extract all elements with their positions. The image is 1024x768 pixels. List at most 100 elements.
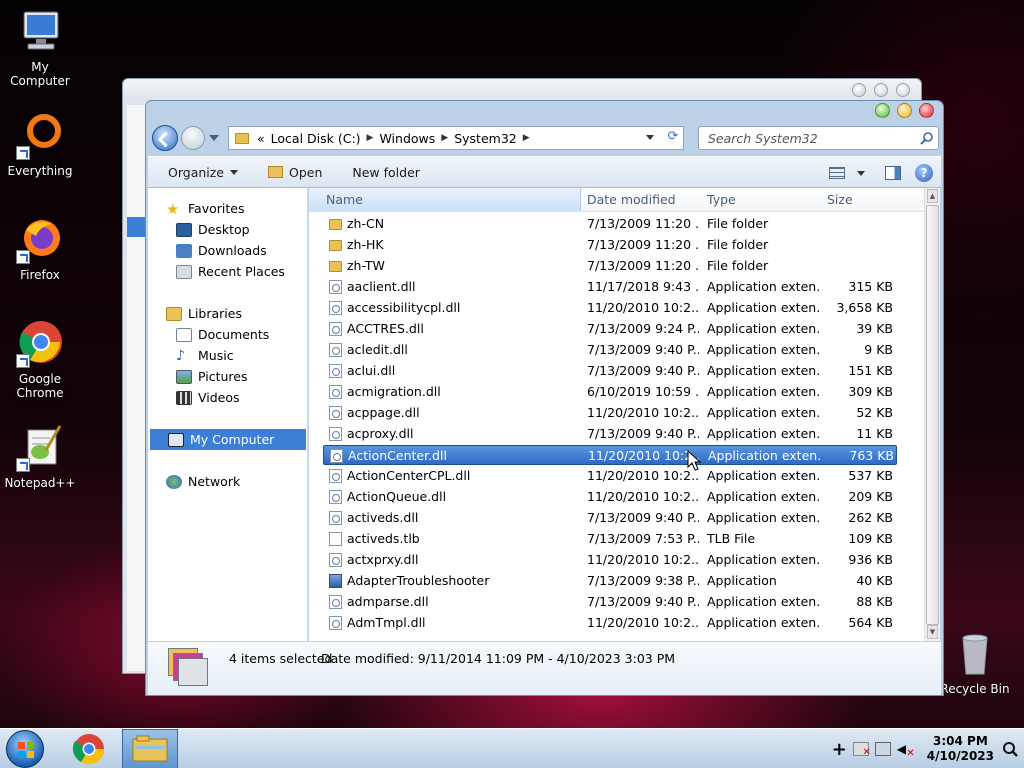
file-date: 7/13/2009 9:40 P... (587, 510, 699, 525)
documents-icon (176, 327, 192, 342)
file-row[interactable]: acledit.dll 7/13/2009 9:40 P... Applicatio… (323, 340, 897, 360)
file-row[interactable]: AdmTmpl.dll 11/20/2010 10:2... Application… (323, 613, 897, 633)
file-date: 7/13/2009 9:40 P... (587, 363, 699, 378)
file-type: File folder (707, 216, 769, 231)
file-row[interactable]: zh-CN 7/13/2009 11:20 ... File folder (323, 214, 897, 234)
maximize-button[interactable] (897, 103, 912, 118)
nav-favorites[interactable]: ★ Favorites (166, 198, 326, 219)
file-row[interactable]: acppage.dll 11/20/2010 10:2... Application… (323, 403, 897, 423)
file-row[interactable]: activeds.dll 7/13/2009 9:40 P... Applicati… (323, 508, 897, 528)
desktop-icon-my-computer[interactable]: My Computer (0, 8, 80, 88)
breadcrumb-system32[interactable]: System32 ▶ (454, 131, 529, 146)
column-header-name[interactable]: Name (309, 188, 581, 211)
scrollbar-thumb[interactable] (926, 205, 939, 625)
dll-file-icon (329, 301, 342, 315)
minimize-button[interactable] (852, 83, 866, 97)
breadcrumb-local-disk[interactable]: Local Disk (C:) ▶ (271, 131, 374, 146)
back-button[interactable] (152, 125, 178, 151)
desktop-icon-google-chrome[interactable]: Google Chrome (0, 320, 80, 400)
scroll-down-arrow-icon[interactable]: ▼ (927, 625, 938, 639)
open-button[interactable]: Open (260, 160, 330, 184)
recent-pages-dropdown[interactable] (209, 135, 219, 141)
preview-pane-icon[interactable] (885, 166, 901, 180)
desktop-icon-firefox[interactable]: Firefox (0, 216, 80, 282)
action-center-flag-icon[interactable]: ✕ (852, 742, 871, 758)
start-button[interactable] (6, 730, 44, 768)
file-row[interactable]: aaclient.dll 11/17/2018 9:43 ... Applicati… (323, 277, 897, 297)
search-icon[interactable] (920, 131, 934, 145)
breadcrumb-arrow-icon[interactable]: ▶ (523, 133, 530, 143)
navigation-pane[interactable]: ★ Favorites Desktop Downloads Recent Plac… (148, 188, 308, 641)
new-folder-button[interactable]: New folder (344, 160, 428, 184)
network-tray-icon[interactable] (874, 742, 891, 756)
column-header-size[interactable]: Size (827, 188, 853, 212)
file-row[interactable]: admparse.dll 7/13/2009 9:40 P... Applicati… (323, 592, 897, 612)
file-row[interactable]: AdapterTroubleshooter 7/13/2009 9:38 P...… (323, 571, 897, 591)
file-date: 11/20/2010 10:2... (587, 552, 699, 567)
file-type: File folder (707, 237, 769, 252)
help-icon[interactable]: ? (915, 164, 933, 182)
breadcrumb-arrow-icon[interactable]: ▶ (367, 133, 374, 143)
desktop-icon-notepad-plus-plus[interactable]: Notepad++ (0, 424, 80, 490)
star-icon: ★ (166, 199, 180, 218)
clock[interactable]: 3:04 PM 4/10/2023 (927, 734, 994, 764)
scroll-up-arrow-icon[interactable]: ▲ (927, 189, 938, 203)
file-row[interactable]: activeds.tlb 7/13/2009 7:53 P... TLB File 1… (323, 529, 897, 549)
file-date: 7/13/2009 7:53 P... (587, 531, 699, 546)
breadcrumb-arrow-icon[interactable]: ▶ (441, 133, 448, 143)
taskbar-explorer[interactable] (122, 729, 178, 768)
libraries-icon (166, 306, 182, 321)
close-button[interactable] (896, 83, 910, 97)
file-row[interactable]: actxprxy.dll 11/20/2010 10:2... Applicatio… (323, 550, 897, 570)
file-row[interactable]: accessibilitycpl.dll 11/20/2010 10:2... Ap… (323, 298, 897, 318)
show-hidden-icons-icon[interactable]: + (832, 739, 847, 760)
address-dropdown-icon[interactable] (646, 135, 654, 140)
file-row[interactable]: acproxy.dll 7/13/2009 9:40 P... Applicatio… (323, 424, 897, 444)
search-icon[interactable] (1002, 741, 1018, 757)
column-header-date-modified[interactable]: Date modified (587, 188, 676, 212)
file-row[interactable]: ActionQueue.dll 11/20/2010 10:2... Applica… (323, 487, 897, 507)
search-input[interactable]: Search System32 (698, 126, 939, 150)
organize-button[interactable]: Organize (160, 160, 246, 184)
open-folder-icon (268, 166, 283, 178)
nav-network[interactable]: Network (166, 471, 326, 492)
nav-libraries[interactable]: Libraries (166, 303, 326, 324)
file-name: aclui.dll (347, 363, 396, 378)
file-row[interactable]: aclui.dll 7/13/2009 9:40 P... Application … (323, 361, 897, 381)
file-date: 11/20/2010 10:2... (588, 448, 700, 463)
nav-my-computer[interactable]: My Computer (150, 429, 306, 450)
file-row[interactable]: acmigration.dll 6/10/2019 10:59 ... Applic… (323, 382, 897, 402)
column-header-type[interactable]: Type (707, 188, 736, 212)
chevron-down-icon[interactable] (857, 170, 865, 176)
file-row[interactable]: zh-TW 7/13/2009 11:20 ... File folder (323, 256, 897, 276)
close-button[interactable] (919, 103, 934, 118)
file-row[interactable]: ActionCenterCPL.dll 11/20/2010 10:2... App… (323, 466, 897, 486)
clock-time: 3:04 PM (933, 734, 988, 748)
breadcrumb-overflow[interactable]: « (257, 131, 265, 146)
refresh-icon[interactable]: ⟳ (665, 129, 681, 145)
address-bar[interactable]: « Local Disk (C:) ▶ Windows ▶ System32 ▶ (228, 126, 684, 150)
view-options-icon[interactable] (829, 167, 845, 179)
forward-button[interactable] (181, 126, 205, 150)
address-row: « Local Disk (C:) ▶ Windows ▶ System32 ▶ ⟳ … (150, 121, 939, 155)
file-row[interactable]: zh-HK 7/13/2009 11:20 ... File folder (323, 235, 897, 255)
file-row[interactable]: ActionCenter.dll 11/20/2010 10:2... Applic… (323, 445, 897, 465)
minimize-button[interactable] (875, 103, 890, 118)
file-date: 11/20/2010 10:2... (587, 300, 699, 315)
file-row[interactable]: ACCTRES.dll 7/13/2009 9:24 P... Applicatio… (323, 319, 897, 339)
volume-muted-icon[interactable]: ◀ ✕ (897, 742, 915, 759)
file-type: Application exten... (707, 279, 819, 294)
folder-file-icon (329, 261, 342, 272)
vertical-scrollbar[interactable]: ▲ ▼ (924, 188, 940, 641)
desktop-icon-recycle-bin[interactable]: Recycle Bin (935, 630, 1015, 696)
date-modified-range: Date modified: 9/11/2014 11:09 PM - 4/10… (321, 651, 676, 666)
file-name: actxprxy.dll (347, 552, 419, 567)
taskbar-chrome[interactable] (61, 729, 117, 768)
file-size: 763 KB (849, 448, 894, 463)
explorer-window[interactable]: « Local Disk (C:) ▶ Windows ▶ System32 ▶ ⟳ … (145, 100, 944, 696)
file-list[interactable]: Name Date modified Type Size zh-CN 7/13/2… (309, 188, 940, 641)
desktop-icon-label: Google Chrome (16, 372, 64, 400)
breadcrumb-windows[interactable]: Windows ▶ (379, 131, 448, 146)
desktop-icon-everything[interactable]: Everything (0, 112, 80, 178)
maximize-button[interactable] (874, 83, 888, 97)
